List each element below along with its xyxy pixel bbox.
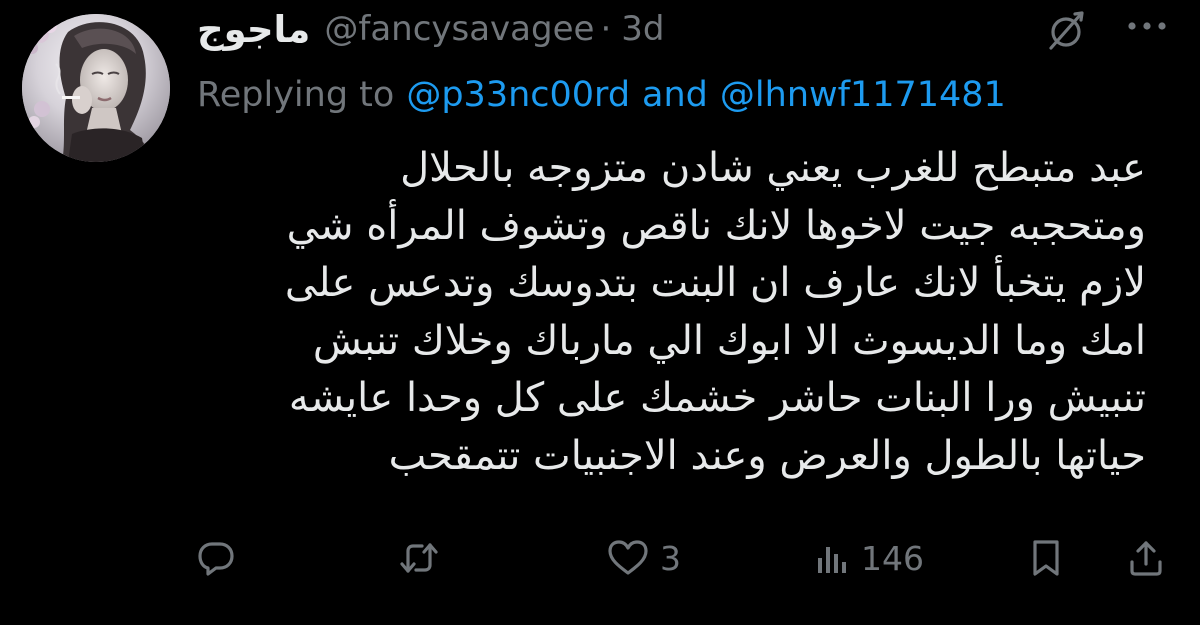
avatar-photo xyxy=(22,14,170,162)
reply-icon xyxy=(198,542,234,576)
bookmark-icon xyxy=(1033,540,1059,576)
like-count: 3 xyxy=(660,538,681,578)
display-name[interactable]: ماجوج xyxy=(197,8,310,51)
replying-to-line: Replying to @p33nc00rd and @lhnwf1171481 xyxy=(197,66,1006,124)
tweet-text-line: عبد متبطح للغرب يعني شادن متزوجه بالحلال xyxy=(400,145,1146,191)
bookmark-button[interactable] xyxy=(1028,530,1064,586)
share-icon xyxy=(1130,541,1162,576)
reply-button[interactable] xyxy=(196,530,236,586)
views-button[interactable]: 146 xyxy=(815,530,924,586)
tweet-action-bar: 3 146 xyxy=(0,530,1200,586)
timestamp[interactable]: 3d xyxy=(621,9,664,49)
grok-icon[interactable] xyxy=(1044,9,1088,53)
tweet-header: ماجوج @fancysavagee · 3d xyxy=(197,4,664,54)
tweet-text-line: امك وما الديسوث الا ابوك الي مارباك وخلا… xyxy=(312,317,1146,364)
views-count: 146 xyxy=(861,538,924,578)
more-options-icon[interactable] xyxy=(1125,12,1169,40)
reply-user-link-1[interactable]: @p33nc00rd xyxy=(406,75,630,115)
heart-icon xyxy=(608,540,648,575)
reply-and-label: and xyxy=(642,75,708,115)
like-button[interactable]: 3 xyxy=(606,530,681,586)
retweet-button[interactable] xyxy=(398,530,440,586)
tweet-text-line: ومتحجبه جيت لاخوها لانك ناقص وتشوف المرأ… xyxy=(286,202,1146,249)
tweet-text-line: تنبيش ورا البنات حاشر خشمك على كل وحدا ع… xyxy=(288,375,1146,421)
share-button[interactable] xyxy=(1126,530,1166,586)
avatar[interactable] xyxy=(22,14,170,162)
reply-user-link-2[interactable]: @lhnwf1171481 xyxy=(720,75,1006,115)
user-handle[interactable]: @fancysavagee xyxy=(324,9,594,49)
tweet-text: عبد متبطح للغرب يعني شادن متزوجه بالحلال… xyxy=(186,140,1146,485)
separator-dot: · xyxy=(600,9,612,49)
tweet-text-line: لازم يتخبأ لانك عارف ان البنت بتدوسك وتد… xyxy=(284,260,1146,306)
views-chart-icon xyxy=(818,547,846,573)
retweet-icon xyxy=(400,543,438,573)
tweet-text-line: حياتها بالطول والعرض وعند الاجنبيات تتمق… xyxy=(388,432,1146,479)
replying-to-label: Replying to xyxy=(197,75,395,115)
